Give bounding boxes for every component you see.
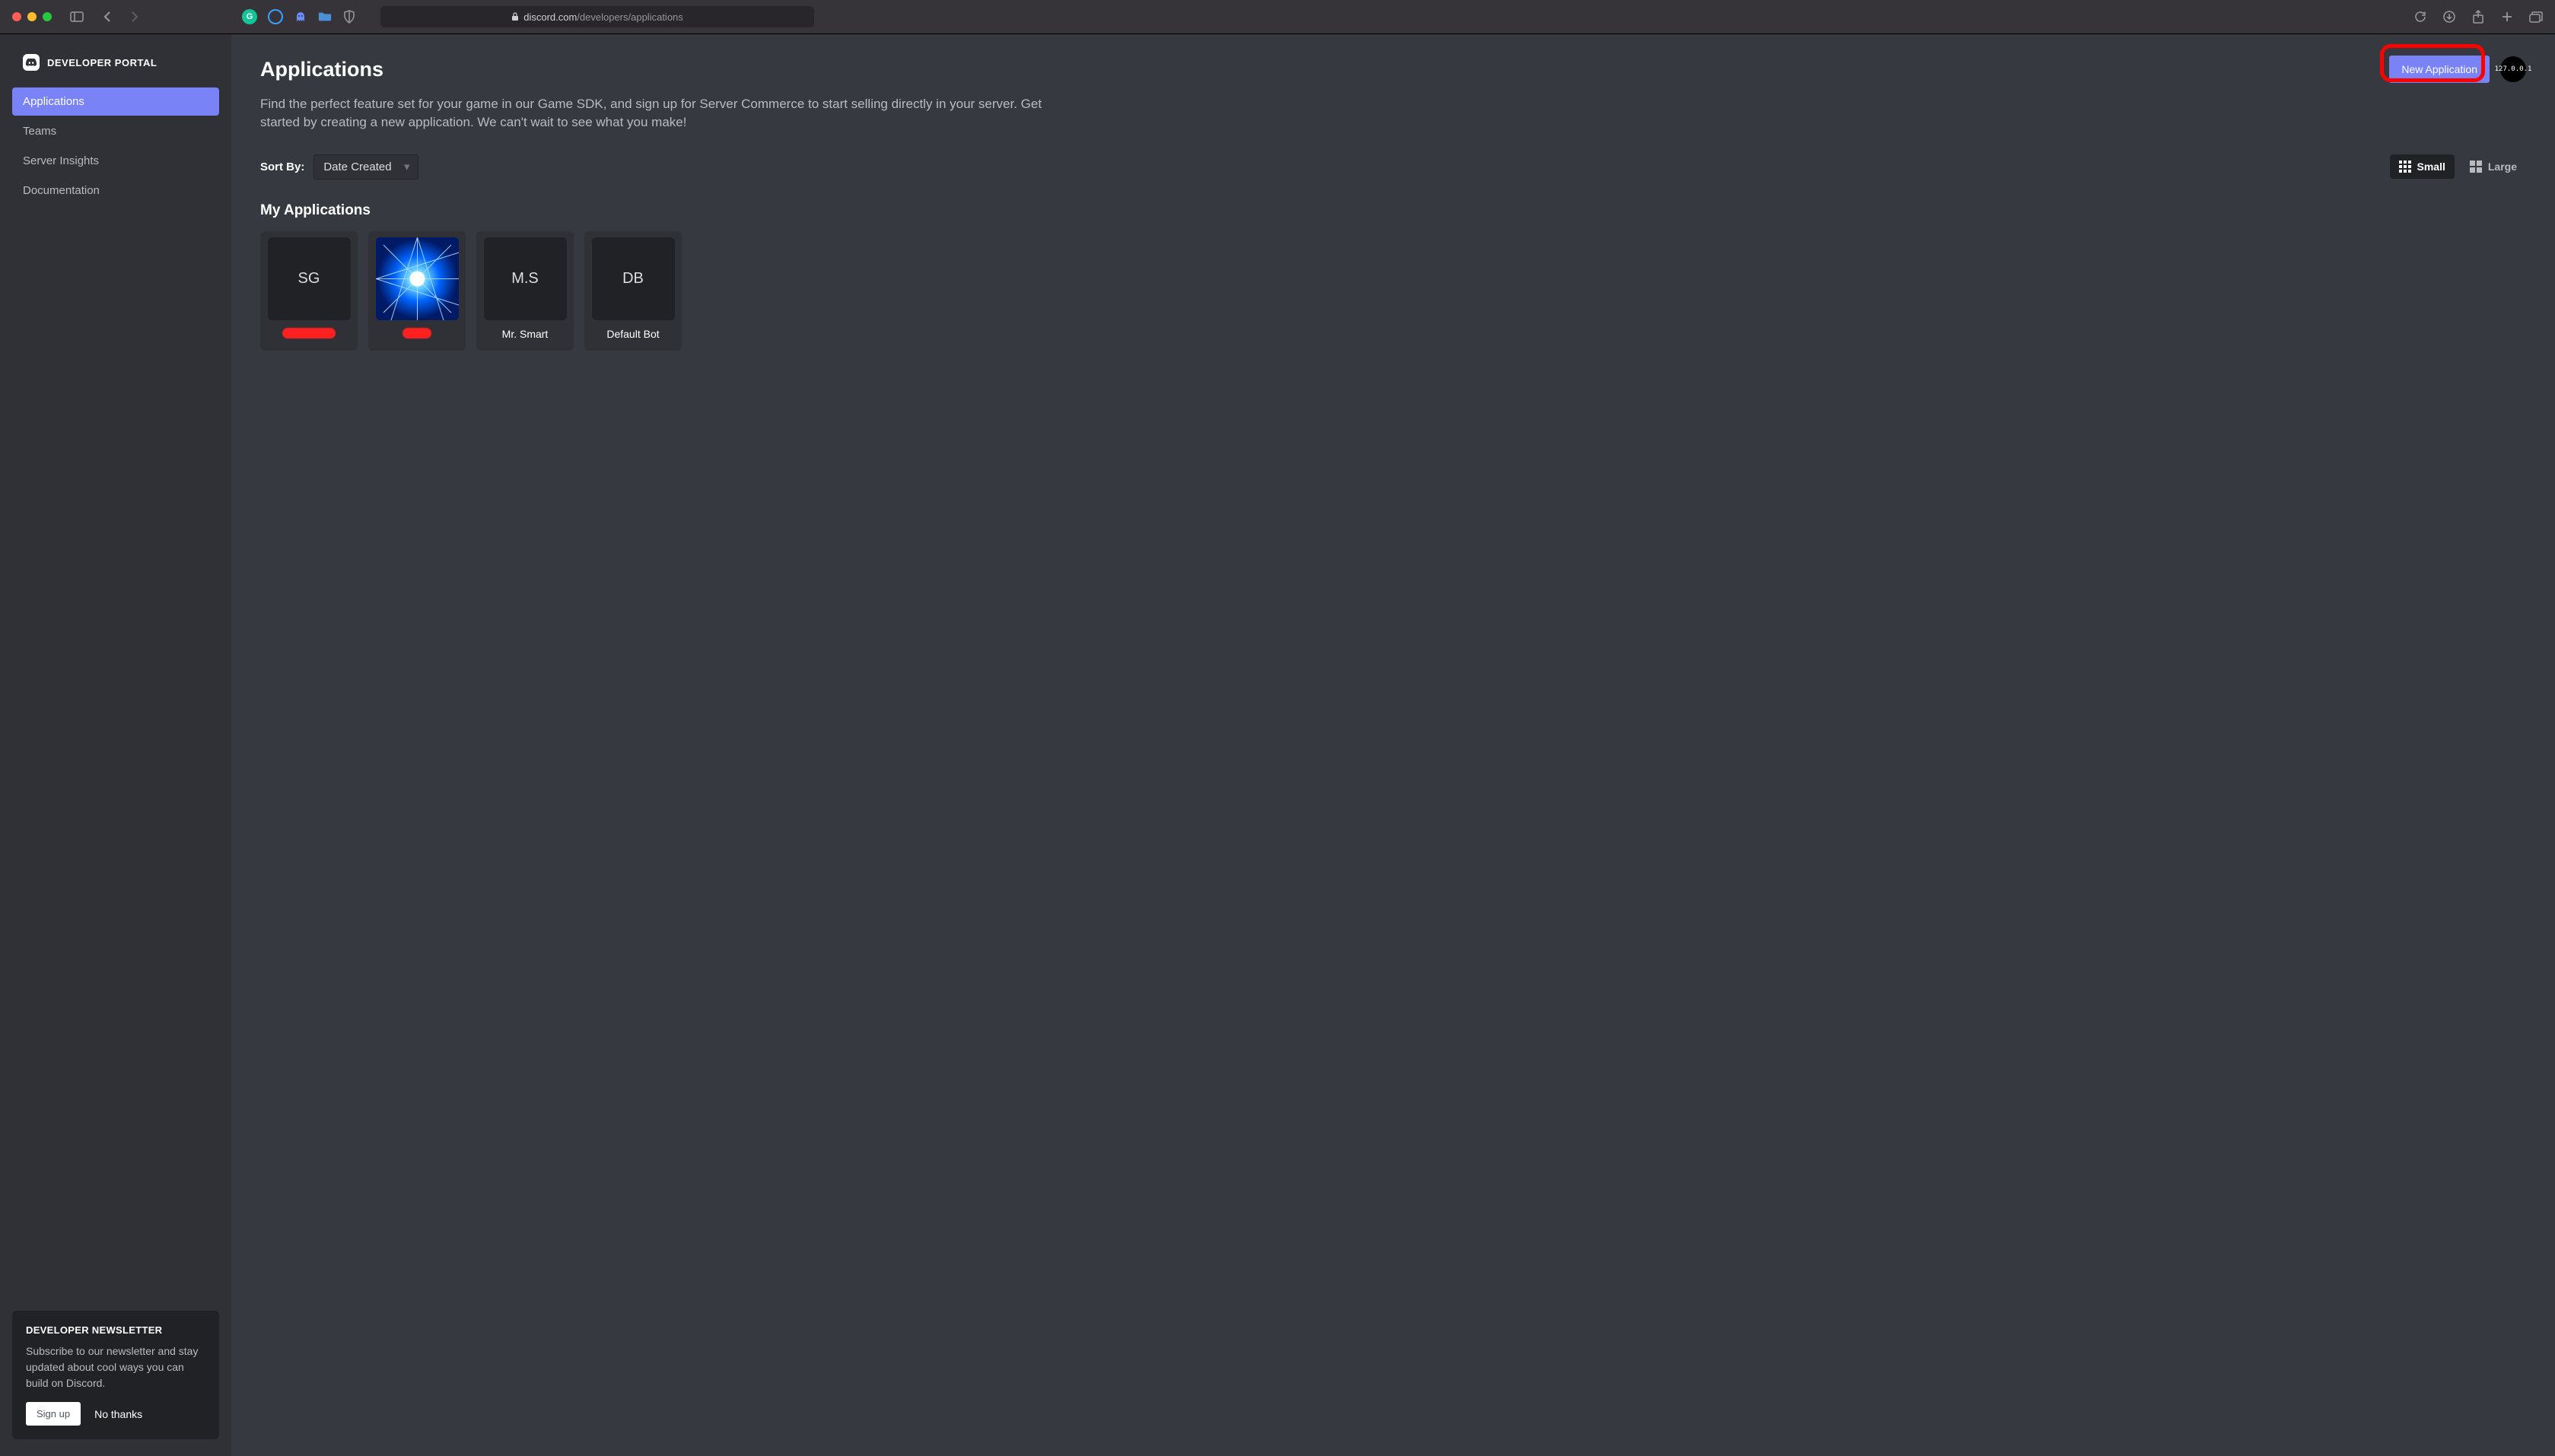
application-card[interactable]: M.S Mr. Smart xyxy=(476,231,574,351)
newsletter-signup-button[interactable]: Sign up xyxy=(26,1402,81,1426)
new-tab-button[interactable] xyxy=(2500,10,2514,24)
portal-title: DEVELOPER PORTAL xyxy=(47,57,157,68)
application-initials: DB xyxy=(622,270,644,288)
avatar-text: 127.0.0.1 xyxy=(2495,65,2532,73)
sort-by-label: Sort By: xyxy=(260,161,304,173)
shield-icon[interactable] xyxy=(342,10,356,24)
extension-folder-icon[interactable] xyxy=(318,10,332,24)
application-name: Default Bot xyxy=(606,328,659,342)
forward-button[interactable] xyxy=(128,10,142,24)
sort-dropdown[interactable]: Date Created xyxy=(313,154,418,180)
reload-button[interactable] xyxy=(2413,10,2427,24)
url-bar[interactable]: discord.com/developers/applications xyxy=(380,6,814,27)
tabs-button[interactable] xyxy=(2529,10,2543,24)
application-card[interactable] xyxy=(368,231,466,351)
grid-large-icon xyxy=(2470,161,2482,173)
application-thumbnail xyxy=(376,237,459,320)
url-host-text: discord.com/developers/applications xyxy=(523,11,683,23)
application-card[interactable]: SG xyxy=(260,231,358,351)
sidebar-item-server-insights[interactable]: Server Insights xyxy=(12,147,219,175)
view-toggle-large[interactable]: Large xyxy=(2461,154,2526,179)
portal-brand: DEVELOPER PORTAL xyxy=(12,51,219,87)
application-initials: SG xyxy=(298,270,320,288)
extension-ghost-icon[interactable] xyxy=(294,10,307,24)
newsletter-body: Subscribe to our newsletter and stay upd… xyxy=(26,1343,205,1391)
window-controls xyxy=(12,12,52,21)
sidebar-item-applications[interactable]: Applications xyxy=(12,87,219,116)
sidebar-item-label: Server Insights xyxy=(23,154,99,167)
grid-small-icon xyxy=(2399,161,2411,173)
user-avatar[interactable]: 127.0.0.1 xyxy=(2500,56,2526,82)
sidebar-item-label: Teams xyxy=(23,125,56,138)
browser-toolbar: G discord.com/developers/applications xyxy=(0,0,2555,34)
my-applications-heading: My Applications xyxy=(260,202,2526,219)
sidebar-item-label: Documentation xyxy=(23,184,100,197)
discord-logo-icon xyxy=(23,54,40,71)
application-initials: M.S xyxy=(511,270,539,288)
close-window-button[interactable] xyxy=(12,12,21,21)
newsletter-dismiss-button[interactable]: No thanks xyxy=(94,1408,142,1420)
application-image-icon xyxy=(376,237,459,320)
new-application-button[interactable]: New Application xyxy=(2389,56,2490,83)
newsletter-title: DEVELOPER NEWSLETTER xyxy=(26,1324,205,1336)
redacted-label xyxy=(282,328,336,339)
redacted-label xyxy=(402,328,431,339)
sidebar-toggle-icon[interactable] xyxy=(70,10,84,24)
view-small-label: Small xyxy=(2417,161,2445,173)
downloads-button[interactable] xyxy=(2442,10,2456,24)
application-thumbnail: SG xyxy=(268,237,351,320)
sidebar-item-documentation[interactable]: Documentation xyxy=(12,176,219,205)
maximize-window-button[interactable] xyxy=(43,12,52,21)
newsletter-card: DEVELOPER NEWSLETTER Subscribe to our ne… xyxy=(12,1311,219,1439)
lock-icon xyxy=(511,12,519,21)
minimize-window-button[interactable] xyxy=(27,12,37,21)
sort-selected-value: Date Created xyxy=(323,161,391,173)
application-name: Mr. Smart xyxy=(502,328,549,342)
extension-circle-icon[interactable] xyxy=(268,9,283,24)
application-thumbnail: M.S xyxy=(484,237,567,320)
application-card[interactable]: DB Default Bot xyxy=(584,231,682,351)
page-title: Applications xyxy=(260,58,2378,81)
extension-grammarly-icon[interactable]: G xyxy=(242,9,257,24)
intro-text: Find the perfect feature set for your ga… xyxy=(260,95,1074,132)
sidebar: DEVELOPER PORTAL Applications Teams Serv… xyxy=(0,34,231,1456)
share-button[interactable] xyxy=(2471,10,2485,24)
view-toggle-small[interactable]: Small xyxy=(2390,154,2455,179)
main-content: Applications New Application 127.0.0.1 F… xyxy=(231,34,2555,1456)
application-thumbnail: DB xyxy=(592,237,675,320)
applications-grid: SG xyxy=(260,231,2526,351)
view-large-label: Large xyxy=(2488,161,2517,173)
back-button[interactable] xyxy=(100,10,114,24)
sidebar-item-label: Applications xyxy=(23,95,84,108)
sidebar-item-teams[interactable]: Teams xyxy=(12,117,219,145)
